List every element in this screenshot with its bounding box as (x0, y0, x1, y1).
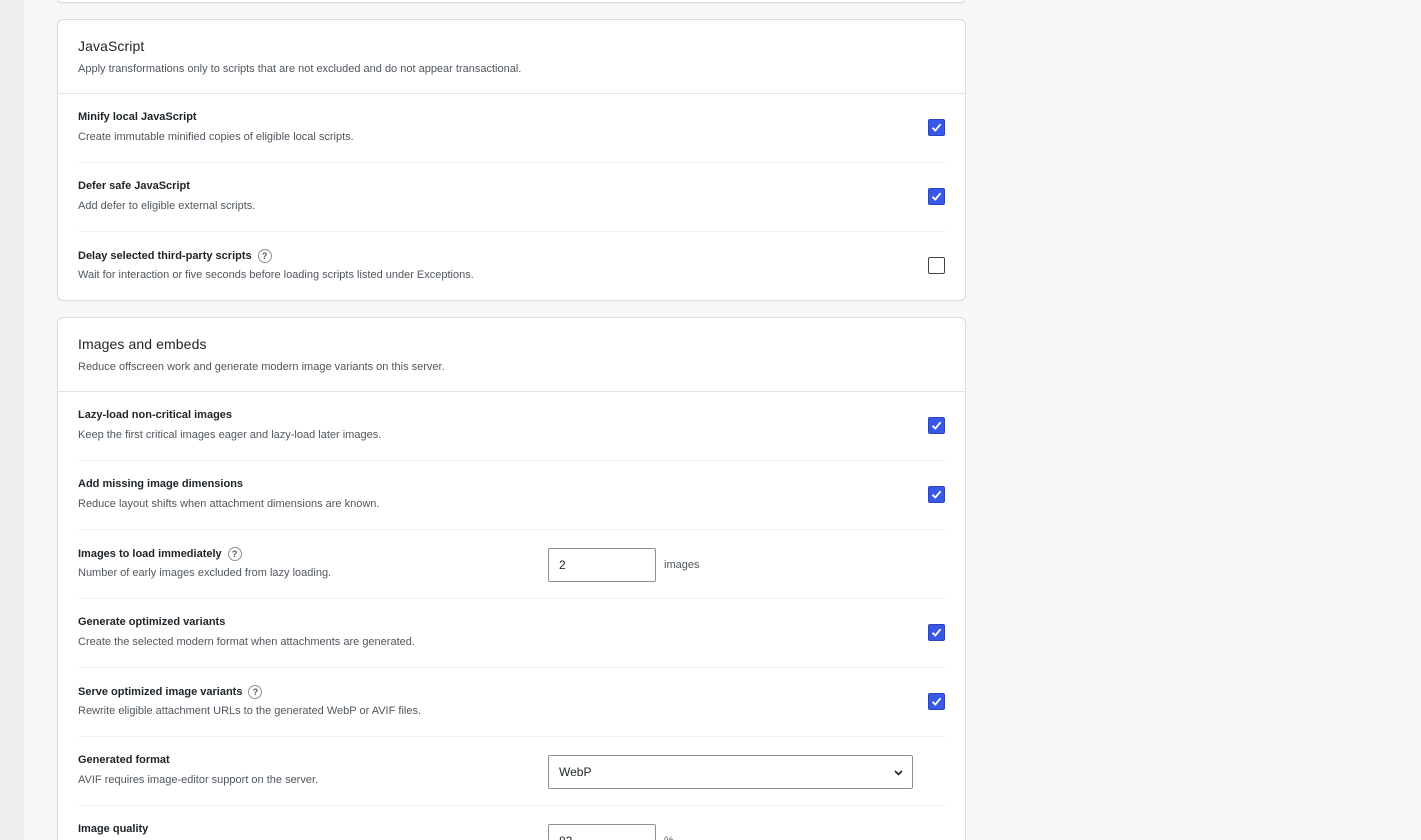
setting-row-eager-images: Images to load immediately ? Number of e… (78, 530, 945, 599)
setting-label: Images to load immediately ? (78, 547, 242, 561)
unit-label: images (664, 559, 700, 571)
check-icon (931, 421, 942, 430)
section-description: Reduce offscreen work and generate moder… (78, 361, 445, 373)
setting-label: Minify local JavaScript (78, 111, 197, 123)
delay-scripts-checkbox[interactable] (928, 257, 945, 274)
image-dimensions-checkbox[interactable] (928, 486, 945, 503)
minify-js-checkbox[interactable] (928, 119, 945, 136)
setting-description: AVIF requires image-editor support on th… (78, 774, 319, 786)
setting-row-delay-scripts: Delay selected third-party scripts ? Wai… (78, 232, 945, 301)
unit-label: % (664, 835, 674, 840)
setting-row-image-quality: Image quality 82 % (78, 806, 945, 840)
setting-label: Defer safe JavaScript (78, 180, 190, 192)
setting-label: Add missing image dimensions (78, 478, 244, 490)
check-icon (931, 628, 942, 637)
generate-variants-checkbox[interactable] (928, 624, 945, 641)
setting-description: Wait for interaction or five seconds bef… (78, 269, 474, 281)
setting-row-serve-variants: Serve optimized image variants ? Rewrite… (78, 668, 945, 737)
admin-sidebar-edge (0, 0, 24, 840)
section-title: JavaScript (78, 38, 145, 54)
setting-description: Rewrite eligible attachment URLs to the … (78, 705, 422, 717)
defer-js-checkbox[interactable] (928, 188, 945, 205)
section-header: JavaScript Apply transformations only to… (58, 20, 965, 94)
lazy-load-checkbox[interactable] (928, 417, 945, 434)
setting-label: Lazy-load non-critical images (78, 409, 233, 421)
setting-label: Generated format (78, 754, 170, 766)
help-icon[interactable]: ? (257, 249, 272, 263)
section-title: Images and embeds (78, 336, 207, 352)
setting-label: Serve optimized image variants ? (78, 685, 263, 699)
setting-label: Image quality (78, 823, 149, 835)
check-icon (931, 123, 942, 132)
setting-row-generate-variants: Generate optimized variants Create the s… (78, 599, 945, 668)
setting-row-lazy-load: Lazy-load non-critical images Keep the f… (78, 392, 945, 461)
setting-label: Delay selected third-party scripts ? (78, 249, 272, 263)
check-icon (931, 490, 942, 499)
javascript-section: JavaScript Apply transformations only to… (57, 19, 966, 301)
setting-row-minify-js: Minify local JavaScript Create immutable… (78, 94, 945, 163)
check-icon (931, 697, 942, 706)
selected-value: WebP (559, 765, 592, 779)
images-section: Images and embeds Reduce offscreen work … (57, 317, 966, 840)
setting-description: Number of early images excluded from laz… (78, 567, 332, 579)
setting-row-generated-format: Generated format AVIF requires image-edi… (78, 737, 945, 806)
setting-description: Create immutable minified copies of elig… (78, 131, 354, 143)
setting-row-image-dimensions: Add missing image dimensions Reduce layo… (78, 461, 945, 530)
setting-description: Reduce layout shifts when attachment dim… (78, 498, 380, 510)
previous-section-card (57, 0, 966, 3)
serve-variants-checkbox[interactable] (928, 693, 945, 710)
help-icon[interactable]: ? (248, 685, 263, 699)
help-icon[interactable]: ? (227, 547, 242, 561)
setting-description: Add defer to eligible external scripts. (78, 200, 256, 212)
setting-description: Create the selected modern format when a… (78, 636, 415, 648)
check-icon (931, 192, 942, 201)
setting-row-defer-js: Defer safe JavaScript Add defer to eligi… (78, 163, 945, 232)
image-quality-input[interactable]: 82 (548, 824, 656, 840)
section-description: Apply transformations only to scripts th… (78, 63, 522, 75)
setting-label: Generate optimized variants (78, 616, 226, 628)
generated-format-select[interactable]: WebP (548, 755, 913, 789)
chevron-down-icon (894, 770, 903, 776)
setting-description: Keep the first critical images eager and… (78, 429, 382, 441)
section-header: Images and embeds Reduce offscreen work … (58, 318, 965, 392)
eager-images-input[interactable]: 2 (548, 548, 656, 582)
